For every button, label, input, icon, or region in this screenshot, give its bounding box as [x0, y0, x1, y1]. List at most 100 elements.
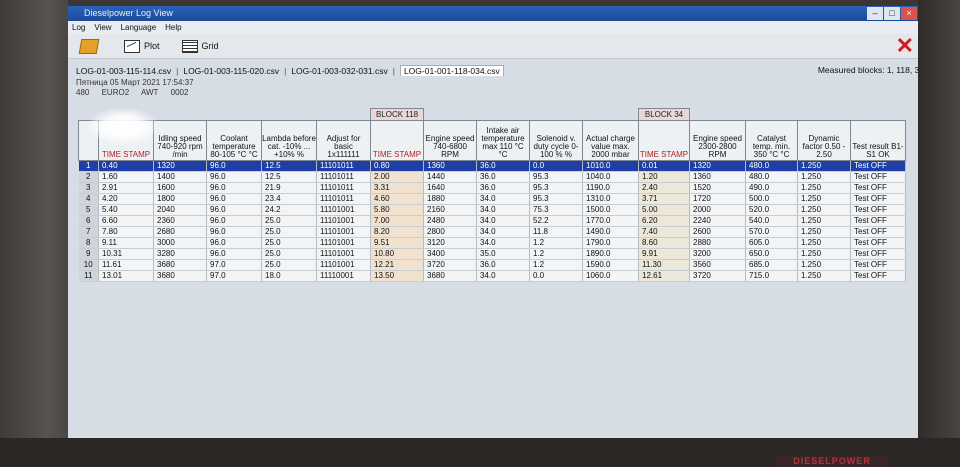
app-window: Dieselpower Log View – □ × Log View Lang…: [68, 6, 918, 438]
column-header-intake-air[interactable]: Intake air temperature max 110 °C °C: [476, 120, 530, 161]
table-row[interactable]: 1 0.40 1320 96.0 12.5 11101011 0.80 1360 36.0 0.0…: [78, 160, 906, 172]
row-index: 8: [78, 237, 99, 249]
menu-view[interactable]: View: [94, 21, 111, 34]
table-cell: 3680: [423, 270, 477, 282]
grid-button[interactable]: Grid: [181, 39, 219, 53]
table-cell: 11101001: [316, 237, 371, 249]
minimize-icon[interactable]: –: [867, 7, 883, 20]
table-cell: 11101001: [316, 259, 371, 271]
table-cell: 2600: [689, 226, 746, 238]
table-cell: 96.0: [206, 193, 262, 205]
table-row[interactable]: 5 5.40 2040 96.0 24.2 11101001 5.80 2160 34.0 75.…: [78, 204, 906, 216]
table-cell: 11101011: [316, 193, 371, 205]
column-header-timestamp-118[interactable]: TIME STAMP: [370, 120, 424, 161]
table-cell: 1890.0: [582, 248, 639, 260]
table-cell: 2880: [689, 237, 746, 249]
table-row[interactable]: 10 11.61 3680 97.0 25.0 11101001 12.21 3720 36.0…: [78, 259, 906, 271]
table-cell: 500.0: [745, 193, 798, 205]
table-cell: 97.0: [206, 259, 262, 271]
table-cell: 2.91: [98, 182, 154, 194]
table-cell: 715.0: [745, 270, 798, 282]
monitor-bezel-right: [918, 0, 960, 467]
menu-language[interactable]: Language: [121, 21, 157, 34]
table-cell: 1790.0: [582, 237, 639, 249]
table-cell: 1640: [423, 182, 477, 194]
tab-log-3[interactable]: LOG-01-003-032-031.csv: [291, 66, 387, 76]
close-icon[interactable]: ✕: [896, 35, 914, 57]
column-header-adjust[interactable]: Adjust for basic 1x111111: [316, 120, 371, 161]
table-cell: 1490.0: [582, 226, 639, 238]
column-header-engine-speed[interactable]: Engine speed 740-6800 RPM: [423, 120, 477, 161]
maximize-icon[interactable]: □: [884, 7, 900, 20]
table-cell: Test OFF: [850, 171, 906, 183]
table-row[interactable]: 9 10.31 3280 96.0 25.0 11101001 10.80 3400 35.0 1…: [78, 248, 906, 260]
table-row[interactable]: 7 7.80 2680 96.0 25.0 11101001 8.20 2800 34.0 11.…: [78, 226, 906, 238]
plot-button[interactable]: Plot: [124, 39, 160, 53]
table-cell: 3560: [689, 259, 746, 271]
open-folder-icon[interactable]: [78, 38, 100, 54]
title-bar: Dieselpower Log View – □ ×: [68, 6, 918, 21]
column-header-solenoid[interactable]: Solenoid v. duty cycle 0-100 % %: [529, 120, 583, 161]
table-cell: 95.3: [529, 171, 583, 183]
table-cell: 1310.0: [582, 193, 639, 205]
column-header-timestamp[interactable]: TIME STAMP: [98, 120, 154, 161]
table-cell: 490.0: [745, 182, 798, 194]
table-cell: 36.0: [476, 160, 530, 172]
table-cell: 18.0: [261, 270, 317, 282]
table-row[interactable]: 11 13.01 3680 97.0 18.0 11110001 13.50 3680 34.0…: [78, 270, 906, 282]
tab-log-4[interactable]: LOG-01-001-118-034.csv: [399, 65, 504, 76]
info-awt: AWT: [140, 88, 159, 97]
table-row[interactable]: 4 4.20 1800 96.0 23.4 11101011 4.60 1880 34.0 95.…: [78, 193, 906, 205]
table-cell: 10.80: [370, 248, 424, 260]
column-header-coolant[interactable]: Coolant temperature 80-105 °C °C: [206, 120, 262, 161]
column-header-charge[interactable]: Actual charge value max. 2000 mbar: [582, 120, 639, 161]
table-row[interactable]: 6 6.60 2360 96.0 25.0 11101001 7.00 2480 34.0 52.…: [78, 215, 906, 227]
table-cell: 25.0: [261, 259, 317, 271]
table-cell: 480.0: [745, 171, 798, 183]
table-cell: 25.0: [261, 215, 317, 227]
table-cell: 9.11: [98, 237, 154, 249]
table-cell: 13.01: [98, 270, 154, 282]
table-cell: 1.250: [797, 248, 851, 260]
table-cell: 96.0: [206, 204, 262, 216]
table-cell: 1.2: [529, 237, 583, 249]
table-row[interactable]: 8 9.11 3000 96.0 25.0 11101001 9.51 3120 34.0 1.2…: [78, 237, 906, 249]
table-cell: 97.0: [206, 270, 262, 282]
data-grid[interactable]: BLOCK 118 BLOCK 34 TIME STAMP Idling spe…: [78, 108, 906, 282]
table-cell: 3280: [153, 248, 207, 260]
table-cell: 11101011: [316, 182, 371, 194]
table-cell: 1040.0: [582, 171, 639, 183]
column-header-test-result[interactable]: Test result B1-S1 OK: [850, 120, 906, 161]
table-row[interactable]: 3 2.91 1600 96.0 21.9 11101011 3.31 1640 36.0 95.…: [78, 182, 906, 194]
table-cell: 23.4: [261, 193, 317, 205]
window-close-icon[interactable]: ×: [901, 7, 917, 20]
table-cell: 1.2: [529, 259, 583, 271]
table-cell: 25.0: [261, 237, 317, 249]
row-index: 1: [78, 160, 99, 172]
window-controls: – □ ×: [867, 6, 918, 21]
row-index: 3: [78, 182, 99, 194]
table-cell: 2240: [689, 215, 746, 227]
column-header-catalyst[interactable]: Catalyst temp. min. 350 °C °C: [745, 120, 798, 161]
column-header-lambda[interactable]: Lambda before cat. -10% ... +10% %: [261, 120, 317, 161]
table-cell: Test OFF: [850, 204, 906, 216]
menu-help[interactable]: Help: [165, 21, 181, 34]
table-row[interactable]: 2 1.60 1400 96.0 12.5 11101011 2.00 1440 36.0 95.…: [78, 171, 906, 183]
table-cell: 1.250: [797, 237, 851, 249]
table-cell: 1880: [423, 193, 477, 205]
column-header-engine-speed-34[interactable]: Engine speed 2300-2800 RPM: [689, 120, 746, 161]
row-index: 9: [78, 248, 99, 260]
column-header-index: [78, 120, 99, 161]
tab-log-2[interactable]: LOG-01-003-115-020.csv: [183, 66, 279, 76]
table-cell: 11101001: [316, 204, 371, 216]
column-header-idle-speed[interactable]: Idling speed 740-920 rpm /min: [153, 120, 207, 161]
menu-log[interactable]: Log: [72, 21, 85, 34]
column-header-dynamic[interactable]: Dynamic factor 0.50 - 2.50: [797, 120, 851, 161]
table-cell: 96.0: [206, 215, 262, 227]
column-header-timestamp-34[interactable]: TIME STAMP: [638, 120, 690, 161]
table-cell: 34.0: [476, 237, 530, 249]
table-cell: 96.0: [206, 160, 262, 172]
table-cell: Test OFF: [850, 226, 906, 238]
log-info: 480 EURO2 AWT 0002: [68, 88, 918, 98]
tab-log-1[interactable]: LOG-01-003-115-114.csv: [76, 66, 171, 76]
